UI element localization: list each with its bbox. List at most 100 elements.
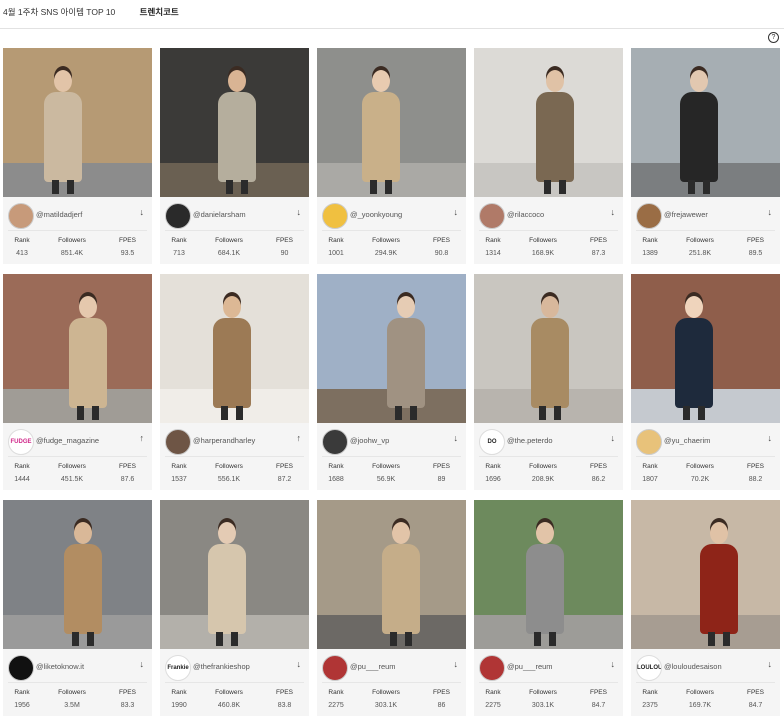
influencer-card[interactable]: @yu_chaerim ↓ Rank 1807 Followers 70.2K …	[631, 274, 780, 490]
influencer-card[interactable]: DO @the.peterdo ↓ Rank 1696 Followers 20…	[474, 274, 623, 490]
account-handle[interactable]: @rilaccoco	[507, 210, 601, 219]
account-handle[interactable]: @frejawewer	[664, 210, 758, 219]
avatar[interactable]	[8, 655, 34, 681]
arrow-down-icon: ↓	[610, 433, 616, 443]
influencer-card[interactable]: @_yoonkyoung ↓ Rank 1001 Followers 294.9…	[317, 48, 466, 264]
account-handle[interactable]: @the.peterdo	[507, 436, 601, 445]
post-photo[interactable]	[474, 274, 623, 423]
avatar[interactable]: FUDGE	[8, 429, 34, 455]
person-leg	[534, 632, 541, 646]
influencer-card[interactable]: @rilaccoco ↓ Rank 1314 Followers 168.9K …	[474, 48, 623, 264]
avatar[interactable]: Frankie	[165, 655, 191, 681]
question-circle-icon[interactable]: ?	[768, 32, 779, 43]
arrow-down-icon: ↓	[139, 207, 145, 217]
post-photo[interactable]	[631, 48, 780, 197]
avatar[interactable]	[636, 429, 662, 455]
avatar[interactable]: LOULOU	[636, 655, 662, 681]
person-figure	[474, 274, 623, 423]
rank-stat: Rank 1314	[474, 237, 512, 257]
avatar[interactable]	[479, 203, 505, 229]
account-handle[interactable]: @harperandharley	[193, 436, 287, 445]
post-photo[interactable]	[3, 48, 152, 197]
card-info: Frankie @thefrankieshop ↓ Rank 1990 Foll…	[160, 649, 309, 716]
influencer-card[interactable]: @danielarsham ↓ Rank 713 Followers 684.1…	[160, 48, 309, 264]
person-leg	[370, 180, 377, 194]
divider	[165, 456, 304, 457]
fpes-value: 86	[437, 702, 446, 709]
avatar[interactable]	[165, 429, 191, 455]
avatar[interactable]	[8, 203, 34, 229]
person-leg	[385, 180, 392, 194]
person-coat	[362, 92, 400, 182]
card-info: FUDGE @fudge_magazine ↑ Rank 1444 Follow…	[3, 423, 152, 490]
person-figure	[631, 48, 780, 197]
post-photo[interactable]	[317, 48, 466, 197]
rank-value: 1990	[171, 702, 187, 709]
influencer-card[interactable]: @matildadjerf ↓ Rank 413 Followers 851.4…	[3, 48, 152, 264]
account-handle[interactable]: @fudge_magazine	[36, 436, 130, 445]
fpes-value: 84.7	[591, 702, 606, 709]
post-photo[interactable]	[3, 500, 152, 649]
post-photo[interactable]	[631, 274, 780, 423]
influencer-card[interactable]: FUDGE @fudge_magazine ↑ Rank 1444 Follow…	[3, 274, 152, 490]
category-tab-trench-coat[interactable]: 트렌치코트	[140, 7, 179, 17]
influencer-card[interactable]: @joohw_vp ↓ Rank 1688 Followers 56.9K FP…	[317, 274, 466, 490]
person-figure	[160, 48, 309, 197]
post-photo[interactable]	[160, 274, 309, 423]
divider	[8, 230, 147, 231]
arrow-down-icon: ↓	[610, 207, 616, 217]
post-photo[interactable]	[631, 500, 780, 649]
post-photo[interactable]	[3, 274, 152, 423]
followers-label: Followers	[58, 463, 86, 470]
influencer-card[interactable]: @pu___reum ↓ Rank 2275 Followers 303.1K …	[474, 500, 623, 716]
avatar[interactable]	[322, 655, 348, 681]
influencer-card[interactable]: @liketoknow.it ↓ Rank 1956 Followers 3.5…	[3, 500, 152, 716]
rank-value: 1389	[642, 250, 658, 257]
avatar[interactable]	[479, 655, 505, 681]
account-handle[interactable]: @liketoknow.it	[36, 662, 130, 671]
rank-stat: Rank 1444	[3, 463, 41, 483]
influencer-card[interactable]: Frankie @thefrankieshop ↓ Rank 1990 Foll…	[160, 500, 309, 716]
post-photo[interactable]	[474, 48, 623, 197]
avatar[interactable]	[322, 429, 348, 455]
account-handle[interactable]: @danielarsham	[193, 210, 287, 219]
post-photo[interactable]	[317, 274, 466, 423]
account-handle[interactable]: @pu___reum	[350, 662, 444, 671]
post-photo[interactable]	[160, 48, 309, 197]
person-coat	[69, 318, 107, 408]
person-head	[223, 296, 241, 318]
post-photo[interactable]	[474, 500, 623, 649]
post-photo[interactable]	[317, 500, 466, 649]
fpes-label: FPES	[119, 689, 136, 696]
account-handle[interactable]: @thefrankieshop	[193, 662, 287, 671]
account-handle[interactable]: @joohw_vp	[350, 436, 444, 445]
avatar[interactable]	[636, 203, 662, 229]
person-coat	[64, 544, 102, 634]
account-handle[interactable]: @_yoonkyoung	[350, 210, 444, 219]
avatar[interactable]	[322, 203, 348, 229]
avatar[interactable]	[165, 203, 191, 229]
account-handle[interactable]: @yu_chaerim	[664, 436, 758, 445]
influencer-card[interactable]: @pu___reum ↓ Rank 2275 Followers 303.1K …	[317, 500, 466, 716]
divider	[322, 230, 461, 231]
influencer-card[interactable]: LOULOU @louloudesaison ↓ Rank 2375 Follo…	[631, 500, 780, 716]
rank-stat: Rank 2375	[631, 689, 669, 709]
avatar[interactable]: DO	[479, 429, 505, 455]
account-handle[interactable]: @pu___reum	[507, 662, 601, 671]
person-figure	[631, 274, 780, 423]
followers-value: 70.2K	[690, 476, 710, 483]
stats-row: Rank 1001 Followers 294.9K FPES 90.8	[317, 237, 466, 257]
divider	[165, 230, 304, 231]
influencer-card[interactable]: @harperandharley ↑ Rank 1537 Followers 5…	[160, 274, 309, 490]
account-handle[interactable]: @louloudesaison	[664, 662, 758, 671]
person-leg	[688, 180, 695, 194]
card-info: @danielarsham ↓ Rank 713 Followers 684.1…	[160, 197, 309, 264]
influencer-card[interactable]: @frejawewer ↓ Rank 1389 Followers 251.8K…	[631, 48, 780, 264]
account-handle[interactable]: @matildadjerf	[36, 210, 130, 219]
rank-label: Rank	[485, 463, 501, 470]
rank-stat: Rank 1956	[3, 689, 41, 709]
divider	[479, 682, 618, 683]
post-photo[interactable]	[160, 500, 309, 649]
followers-stat: Followers 303.1K	[355, 689, 417, 709]
rank-stat: Rank 2275	[317, 689, 355, 709]
